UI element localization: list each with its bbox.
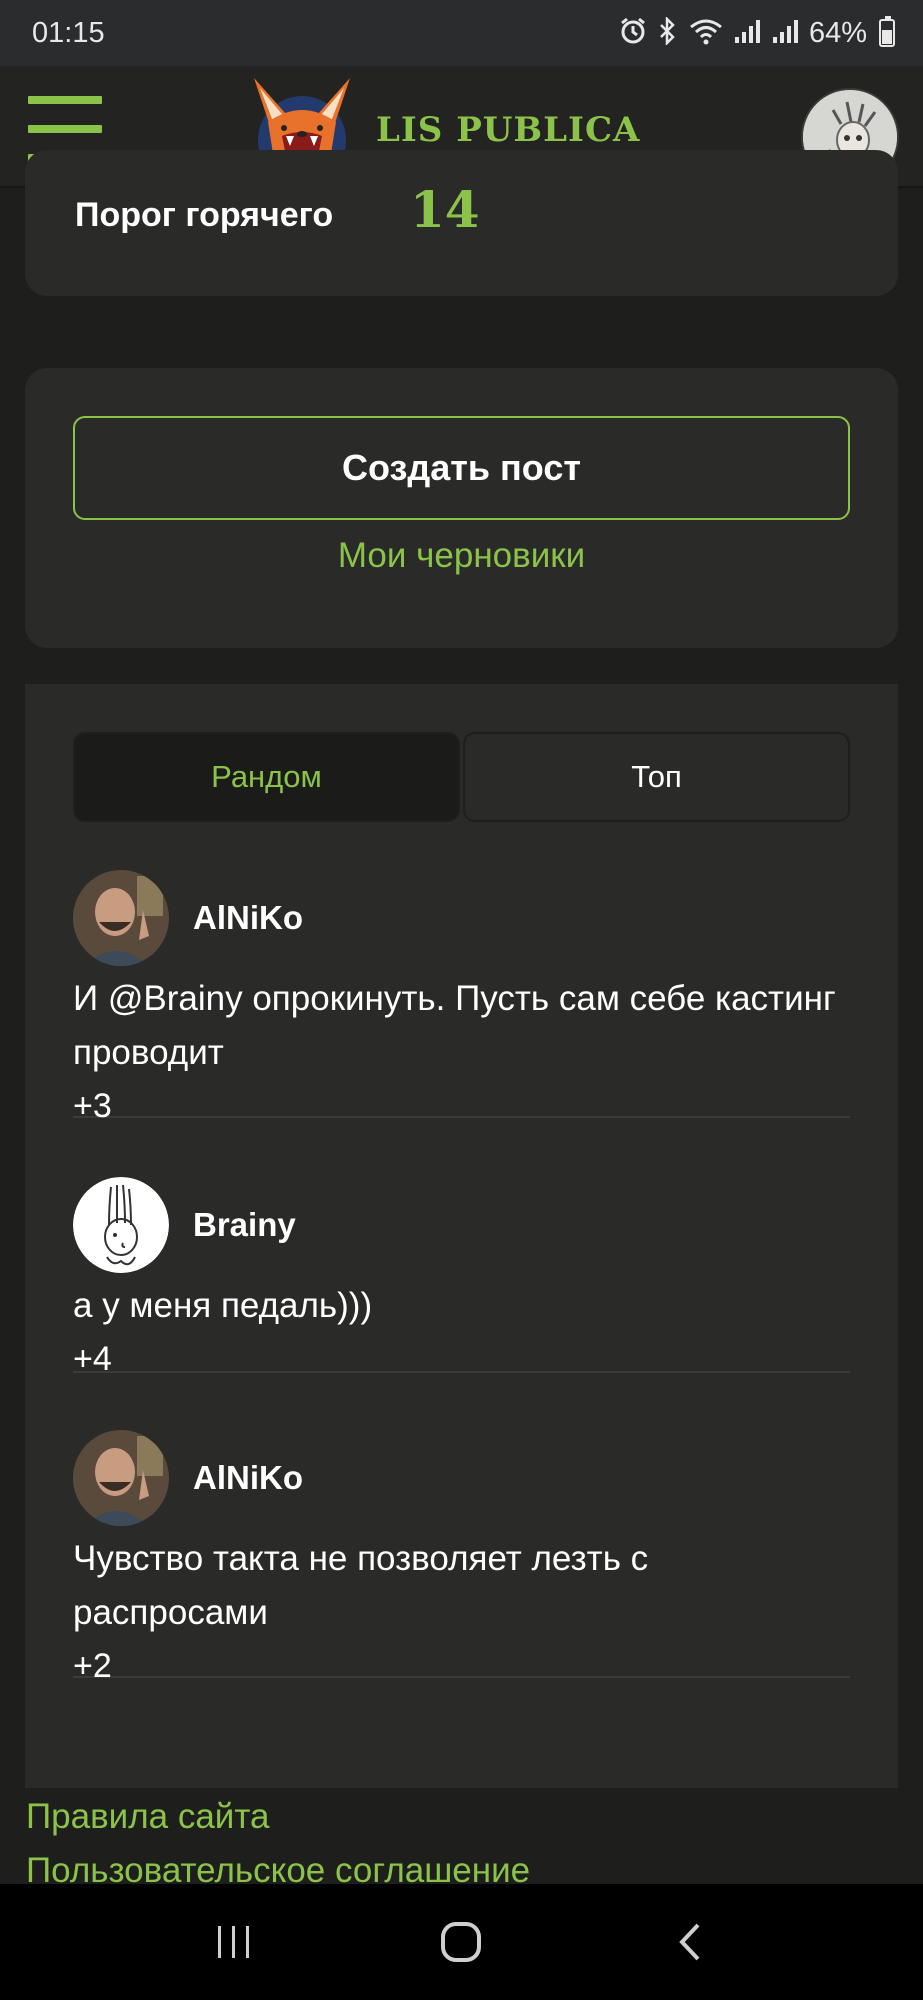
create-post-card: Создать пост Мои черновики [25, 368, 898, 648]
footer-links: Правила сайта Пользовательское соглашени… [26, 1790, 896, 1898]
wifi-icon [689, 17, 723, 49]
battery-icon [879, 16, 895, 47]
comment-text: Чувство такта не позволяет лезть с распр… [73, 1539, 649, 1632]
hot-threshold-label: Порог горячего [75, 196, 334, 234]
recent-apps-icon[interactable] [194, 1912, 274, 1972]
comments-feed: Рандом Топ AlNiKo И @Brainy опрокинуть. … [25, 684, 898, 1788]
alarm-icon [619, 17, 647, 49]
bluetooth-icon [657, 15, 679, 49]
comment-author[interactable]: Brainy [193, 1206, 296, 1244]
comment-item[interactable]: AlNiKo Чувство такта не позволяет лезть … [73, 1430, 850, 1685]
my-drafts-link[interactable]: Мои черновики [25, 536, 898, 576]
status-bar: 01:15 64% [0, 0, 923, 66]
status-icons: 64% [619, 15, 895, 50]
hot-threshold-value: 14 [410, 180, 480, 239]
tab-top[interactable]: Топ [463, 732, 850, 822]
comment-text: И @Brainy опрокинуть. Пусть сам себе кас… [73, 979, 836, 1072]
comment-item[interactable]: Brainy а у меня педаль))) +4 [73, 1177, 850, 1378]
hot-threshold-card: Порог горячего 14 [25, 150, 898, 296]
author-avatar[interactable] [73, 1430, 169, 1526]
comment-text: а у меня педаль))) [73, 1286, 373, 1325]
signal-icon [771, 17, 799, 49]
logo-text: LIS PUBLICA [376, 110, 641, 150]
feed-tabs: Рандом Топ [73, 732, 850, 822]
comment-score: +3 [73, 1087, 112, 1125]
tab-random[interactable]: Рандом [73, 732, 460, 822]
status-time: 01:15 [32, 16, 105, 49]
site-rules-link[interactable]: Правила сайта [26, 1790, 896, 1844]
comment-author[interactable]: AlNiKo [193, 1459, 303, 1497]
comment-item[interactable]: AlNiKo И @Brainy опрокинуть. Пусть сам с… [73, 870, 850, 1125]
create-post-button[interactable]: Создать пост [73, 416, 850, 520]
comment-score: +2 [73, 1647, 112, 1685]
battery-percent: 64% [808, 16, 867, 49]
back-icon[interactable] [649, 1912, 729, 1972]
system-nav-bar [0, 1884, 923, 2000]
comment-score: +4 [73, 1340, 112, 1378]
author-avatar[interactable] [73, 870, 169, 966]
author-avatar[interactable] [73, 1177, 169, 1273]
home-icon[interactable] [421, 1912, 501, 1972]
comment-author[interactable]: AlNiKo [193, 899, 303, 937]
signal-icon [733, 17, 761, 49]
